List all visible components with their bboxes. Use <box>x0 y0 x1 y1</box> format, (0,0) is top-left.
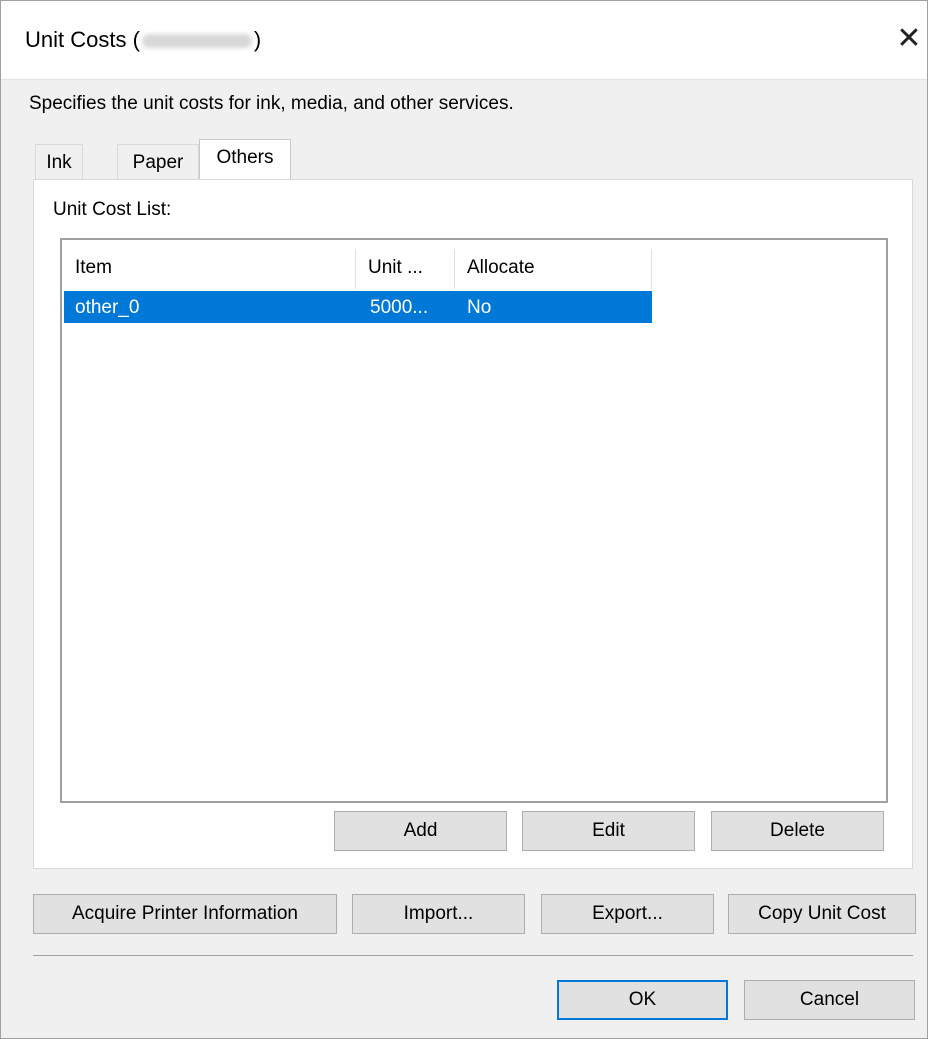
column-header-item[interactable]: Item <box>63 249 355 287</box>
row-allocate-cell: No <box>467 297 492 318</box>
tab-paper[interactable]: Paper <box>117 144 199 180</box>
import-button[interactable]: Import... <box>352 894 525 934</box>
row-item-cell: other_0 <box>75 297 140 318</box>
window-title-suffix: ) <box>253 27 262 52</box>
ok-button[interactable]: OK <box>557 980 728 1020</box>
export-button[interactable]: Export... <box>541 894 714 934</box>
column-header-unit[interactable]: Unit ... <box>356 249 454 287</box>
row-unit-cell: 5000... <box>370 297 429 318</box>
acquire-printer-information-button[interactable]: Acquire Printer Information <box>33 894 337 934</box>
separator-line <box>33 955 913 956</box>
column-header-allocate[interactable]: Allocate <box>455 249 651 287</box>
tab-others[interactable]: Others <box>199 139 291 179</box>
redacted-printer-name <box>141 34 252 49</box>
column-divider[interactable] <box>651 249 652 289</box>
cancel-button[interactable]: Cancel <box>744 980 915 1020</box>
edit-button[interactable]: Edit <box>522 811 695 851</box>
add-button[interactable]: Add <box>334 811 507 851</box>
dialog-description: Specifies the unit costs for ink, media,… <box>29 93 514 114</box>
title-bar: Unit Costs () ✕ <box>1 1 927 80</box>
window-title-prefix: Unit Costs ( <box>25 27 140 52</box>
delete-button[interactable]: Delete <box>711 811 884 851</box>
unit-costs-dialog: Unit Costs () ✕ Specifies the unit costs… <box>0 0 928 1039</box>
copy-unit-cost-button[interactable]: Copy Unit Cost <box>728 894 916 934</box>
window-title: Unit Costs () <box>25 27 261 53</box>
unit-cost-list-label: Unit Cost List: <box>53 199 172 220</box>
close-icon[interactable]: ✕ <box>891 19 927 59</box>
tab-ink[interactable]: Ink <box>35 144 83 180</box>
